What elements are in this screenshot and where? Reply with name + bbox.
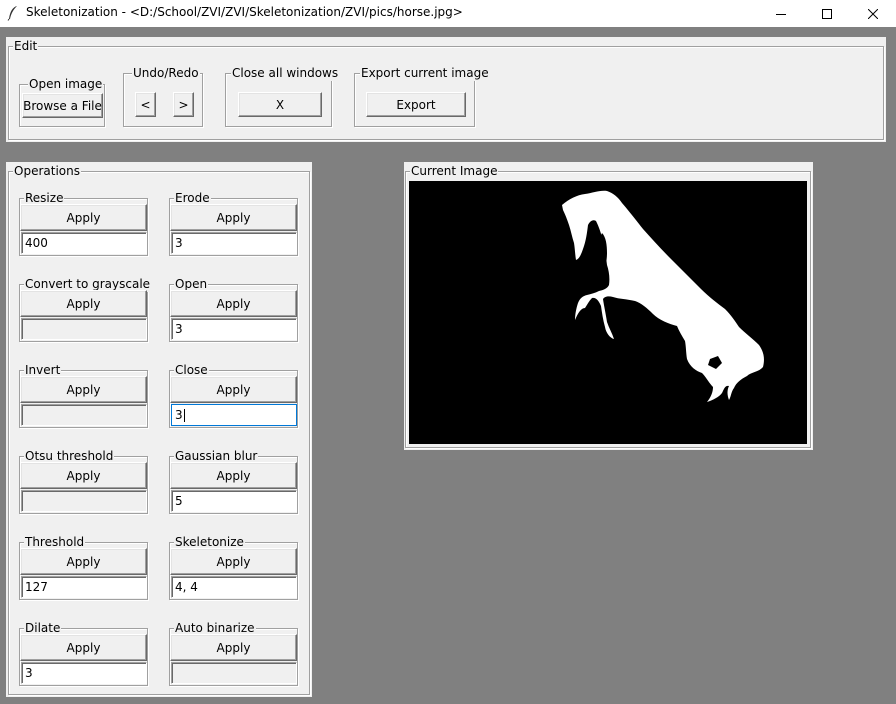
grayscale-apply-button[interactable]: Apply xyxy=(20,290,147,317)
undo-button[interactable]: < xyxy=(135,92,156,117)
current-image-label: Current Image xyxy=(410,163,499,179)
otsu-apply-button[interactable]: Apply xyxy=(20,462,147,489)
export-button[interactable]: Export xyxy=(366,92,466,117)
maximize-icon xyxy=(822,8,832,19)
open-image-label: Open image xyxy=(28,76,104,92)
browse-file-button[interactable]: Browse a File xyxy=(22,93,103,118)
dilate-apply-button[interactable]: Apply xyxy=(20,634,147,661)
otsu-input xyxy=(21,490,147,512)
close-all-group: Close all windows X xyxy=(225,65,340,127)
export-label: Export current image xyxy=(360,65,490,81)
horse-silhouette-image xyxy=(562,190,764,402)
op-group-threshold: Threshold Apply 127 xyxy=(19,534,148,600)
auto-binarize-input xyxy=(171,662,297,684)
resize-apply-button[interactable]: Apply xyxy=(20,204,147,231)
skeletonize-apply-button[interactable]: Apply xyxy=(170,548,297,575)
erode-apply-button[interactable]: Apply xyxy=(170,204,297,231)
open-input[interactable]: 3 xyxy=(171,318,297,340)
close-all-windows-button[interactable]: X xyxy=(238,92,322,117)
op-group-auto-binarize: Auto binarize Apply xyxy=(169,620,298,686)
skeletonize-input[interactable]: 4, 4 xyxy=(171,576,297,598)
edit-panel: Edit Open image Browse a File Undo/Redo … xyxy=(6,37,886,142)
maximize-button[interactable] xyxy=(804,0,850,27)
op-group-close: Close Apply 3 xyxy=(169,362,298,428)
op-group-gaussian: Gaussian blur Apply 5 xyxy=(169,448,298,514)
close-icon xyxy=(868,8,878,19)
op-group-otsu: Otsu threshold Apply xyxy=(19,448,148,514)
open-image-group: Open image Browse a File xyxy=(19,76,105,127)
op-group-erode: Erode Apply 3 xyxy=(169,190,298,256)
close-apply-button[interactable]: Apply xyxy=(170,376,297,403)
erode-input[interactable]: 3 xyxy=(171,232,297,254)
operations-group: Operations Resize Apply 400 Convert to g… xyxy=(8,163,310,695)
edit-group: Edit Open image Browse a File Undo/Redo … xyxy=(8,38,884,140)
close-input-value: 3 xyxy=(175,408,183,422)
operations-label: Operations xyxy=(13,163,81,179)
op-group-resize: Resize Apply 400 xyxy=(19,190,148,256)
export-group: Export current image Export xyxy=(354,65,490,127)
close-input[interactable]: 3 xyxy=(171,404,297,426)
undo-redo-label: Undo/Redo xyxy=(132,65,200,81)
window-title: Skeletonization - <D:/School/ZVI/ZVI/Ske… xyxy=(26,5,463,19)
title-bar: Skeletonization - <D:/School/ZVI/ZVI/Ske… xyxy=(0,0,896,27)
op-group-dilate: Dilate Apply 3 xyxy=(19,620,148,686)
auto-binarize-apply-button[interactable]: Apply xyxy=(170,634,297,661)
resize-input[interactable]: 400 xyxy=(21,232,147,254)
gaussian-input[interactable]: 5 xyxy=(171,490,297,512)
edit-group-label: Edit xyxy=(13,38,39,54)
undo-redo-group: Undo/Redo < > xyxy=(123,65,203,127)
grayscale-input xyxy=(21,318,147,340)
image-canvas[interactable] xyxy=(409,181,807,444)
op-group-invert: Invert Apply xyxy=(19,362,148,428)
invert-input xyxy=(21,404,147,426)
close-window-button[interactable] xyxy=(850,0,896,27)
op-group-open: Open Apply 3 xyxy=(169,276,298,342)
dilate-input[interactable]: 3 xyxy=(21,662,147,684)
operations-panel: Operations Resize Apply 400 Convert to g… xyxy=(6,162,312,697)
feather-icon xyxy=(7,6,17,21)
open-apply-button[interactable]: Apply xyxy=(170,290,297,317)
threshold-input[interactable]: 127 xyxy=(21,576,147,598)
invert-apply-button[interactable]: Apply xyxy=(20,376,147,403)
op-group-skeletonize: Skeletonize Apply 4, 4 xyxy=(169,534,298,600)
text-caret xyxy=(183,409,185,422)
minimize-button[interactable] xyxy=(758,0,804,27)
redo-button[interactable]: > xyxy=(173,92,194,117)
minimize-icon xyxy=(776,13,786,15)
op-group-grayscale: Convert to grayscale Apply xyxy=(19,276,152,342)
gaussian-apply-button[interactable]: Apply xyxy=(170,462,297,489)
threshold-apply-button[interactable]: Apply xyxy=(20,548,147,575)
close-all-label: Close all windows xyxy=(231,65,340,81)
